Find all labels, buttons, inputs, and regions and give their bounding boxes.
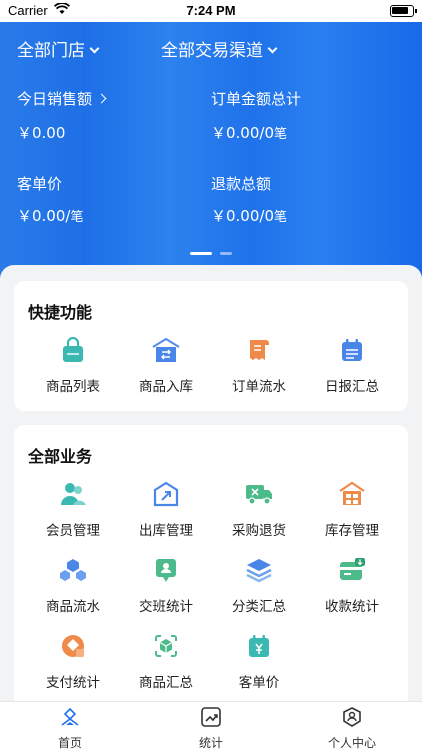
refund-total-value: ￥0.00/0笔: [211, 205, 287, 226]
quick-item-daily-report[interactable]: 日报汇总: [303, 337, 401, 395]
order-receipt-icon: [210, 337, 308, 367]
bottom-tab-bar: 首页 统计 个人中心: [0, 701, 422, 750]
carousel-dot-active[interactable]: [190, 252, 212, 255]
status-bar: Carrier 7:24 PM: [0, 0, 422, 22]
refund-total-label: 退款总额: [211, 175, 272, 193]
main-content: 快捷功能 商品列表 商品入库 订单流水 日报汇总 全部业务 会员管理 出库管理 …: [0, 265, 422, 701]
product-flow-icon: [24, 557, 122, 587]
business-item-unit-price[interactable]: 客单价: [210, 633, 308, 691]
business-item-label: 分类汇总: [232, 599, 286, 615]
header-banner: Carrier 7:24 PM 全部门店 全部交易渠道 今日销售额 ￥0.00 …: [0, 0, 422, 285]
tab-stats[interactable]: 统计: [141, 707, 281, 750]
unit-price-calendar-icon: [210, 633, 308, 663]
order-total-label: 订单金额总计: [211, 90, 302, 108]
business-item-pay-stats[interactable]: 支付统计: [24, 633, 122, 691]
bag-icon: [24, 336, 122, 367]
business-item-purchase-return[interactable]: 采购退货: [210, 481, 308, 539]
metric-unit: 笔: [274, 210, 288, 225]
quick-functions-title: 快捷功能: [28, 303, 93, 322]
business-item-category-summary[interactable]: 分类汇总: [210, 557, 308, 615]
tab-home[interactable]: 首页: [0, 707, 140, 750]
business-item-label: 支付统计: [46, 675, 100, 691]
warehouse-out-icon: [117, 481, 215, 511]
inventory-icon: [303, 481, 401, 511]
business-item-label: 库存管理: [325, 523, 379, 539]
business-item-members[interactable]: 会员管理: [24, 481, 122, 539]
clock: 7:24 PM: [186, 3, 236, 18]
metric-unit: 笔: [70, 210, 84, 225]
business-item-label: 收款统计: [325, 599, 379, 615]
today-sales-link[interactable]: 今日销售额: [17, 88, 107, 109]
all-business-card: 全部业务 会员管理 出库管理 采购退货 库存管理 商品流水 交班统计 分类汇总 …: [14, 425, 408, 701]
daily-report-icon: [303, 337, 401, 367]
all-business-title: 全部业务: [28, 447, 93, 466]
quick-item-label: 订单流水: [232, 379, 286, 395]
quick-item-stock-in[interactable]: 商品入库: [117, 337, 215, 395]
order-total-value: ￥0.00/0笔: [211, 122, 287, 143]
shift-stats-icon: [117, 557, 215, 587]
members-icon: [24, 481, 122, 511]
business-item-collection-stats[interactable]: 收款统计: [303, 557, 401, 615]
quick-item-order-flow[interactable]: 订单流水: [210, 337, 308, 395]
chevron-down-icon: [89, 43, 100, 54]
metric-value: ￥0.00/: [17, 207, 71, 225]
metric-value: ￥0.00: [17, 124, 66, 142]
business-item-stock-out[interactable]: 出库管理: [117, 481, 215, 539]
quick-item-label: 商品列表: [46, 379, 100, 395]
avg-order-value: ￥0.00/笔: [17, 205, 83, 226]
chevron-down-icon: [267, 43, 278, 54]
business-item-label: 客单价: [238, 675, 280, 691]
business-item-label: 商品流水: [46, 599, 100, 615]
quick-item-label: 商品入库: [139, 379, 193, 395]
pay-stats-icon: [24, 633, 122, 663]
quick-item-product-list[interactable]: 商品列表: [24, 336, 122, 395]
quick-item-label: 日报汇总: [325, 379, 379, 395]
profile-icon: [282, 707, 422, 731]
business-item-label: 采购退货: [232, 523, 286, 539]
business-item-label: 商品汇总: [139, 675, 193, 691]
home-icon: [0, 707, 140, 731]
tab-label: 个人中心: [327, 736, 376, 750]
metric-label: 今日销售额: [17, 90, 93, 108]
tab-profile[interactable]: 个人中心: [282, 707, 422, 750]
chevron-right-icon: [96, 93, 107, 104]
metric-unit: 笔: [274, 127, 288, 142]
business-item-product-flow[interactable]: 商品流水: [24, 557, 122, 615]
quick-functions-card: 快捷功能 商品列表 商品入库 订单流水 日报汇总: [14, 281, 408, 411]
avg-order-label: 客单价: [17, 175, 63, 193]
payment-stats-icon: [303, 557, 401, 587]
channel-filter-label: 全部交易渠道: [161, 41, 263, 61]
metric-value: ￥0.00/0: [211, 207, 274, 225]
business-item-label: 交班统计: [139, 599, 193, 615]
stats-icon: [141, 707, 281, 731]
today-sales-value: ￥0.00: [17, 122, 65, 143]
warehouse-in-icon: [117, 337, 215, 367]
tab-label: 首页: [57, 736, 82, 750]
tab-label: 统计: [198, 736, 223, 750]
purchase-return-truck-icon: [210, 481, 308, 511]
battery-icon: [390, 5, 417, 17]
metric-value: ￥0.00/0: [211, 124, 274, 142]
business-item-label: 会员管理: [46, 523, 100, 539]
product-summary-icon: [117, 633, 215, 663]
channel-filter-dropdown[interactable]: 全部交易渠道: [161, 36, 278, 61]
store-filter-dropdown[interactable]: 全部门店: [17, 36, 100, 61]
business-item-inventory[interactable]: 库存管理: [303, 481, 401, 539]
category-layers-icon: [210, 557, 308, 587]
business-item-product-summary[interactable]: 商品汇总: [117, 633, 215, 691]
carousel-dot[interactable]: [220, 252, 232, 255]
business-item-shift-stats[interactable]: 交班统计: [117, 557, 215, 615]
store-filter-label: 全部门店: [17, 41, 85, 61]
business-item-label: 出库管理: [139, 523, 193, 539]
